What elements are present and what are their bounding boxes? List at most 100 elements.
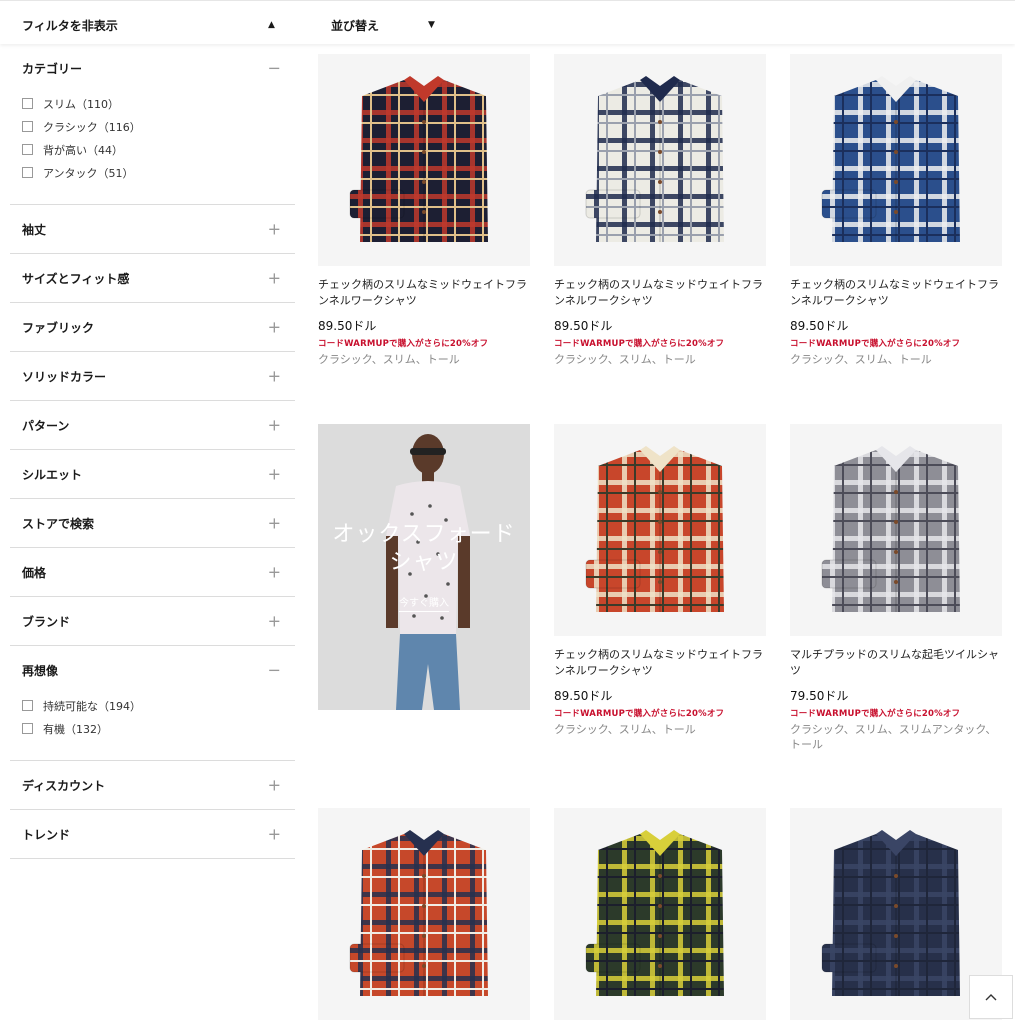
plus-icon[interactable]: +: [268, 612, 281, 631]
plus-icon[interactable]: +: [268, 416, 281, 435]
filter-section: サイズとフィット感 +: [10, 254, 295, 303]
caret-down-icon[interactable]: ▼: [428, 20, 435, 30]
caret-up-icon[interactable]: ▲: [268, 20, 275, 30]
plus-icon[interactable]: +: [268, 367, 281, 386]
filter-option[interactable]: クラシック（116）: [22, 115, 295, 138]
filter-section-header[interactable]: 再想像 −: [10, 646, 295, 694]
filter-section-header[interactable]: 価格 +: [10, 548, 295, 596]
plus-icon[interactable]: +: [268, 825, 281, 844]
product-image[interactable]: [790, 424, 1002, 636]
product-title[interactable]: マルチプラッドのスリムな起毛ツイルシャツ: [790, 647, 1002, 679]
checkbox[interactable]: [22, 167, 33, 178]
shirt-icon: [585, 446, 724, 612]
promo-code-text: コードWARMUPで購入がさらに20%オフ: [554, 339, 725, 349]
filter-section-header[interactable]: ファブリック +: [10, 303, 295, 351]
product-card[interactable]: マルチプラッドのスリムな起毛ツイルシャツ 79.50ドル コードWARMUPで購入が…: [790, 424, 1002, 752]
plus-icon[interactable]: +: [268, 563, 281, 582]
checkbox[interactable]: [22, 121, 33, 132]
filter-section-header[interactable]: カテゴリー −: [10, 44, 295, 92]
filter-option-label: スリム（110）: [43, 97, 119, 111]
checkbox[interactable]: [22, 144, 33, 155]
filter-section-header[interactable]: ソリッドカラー +: [10, 352, 295, 400]
filter-option-label: アンタック（51）: [43, 166, 134, 180]
plus-icon[interactable]: +: [268, 776, 281, 795]
plus-icon[interactable]: +: [268, 514, 281, 533]
product-image[interactable]: [790, 54, 1002, 266]
fit-options: クラシック、スリム、トール: [790, 353, 932, 366]
shirt-icon: [585, 830, 724, 996]
product-price: 79.50ドル: [790, 689, 849, 703]
filter-section-header[interactable]: 袖丈 +: [10, 205, 295, 253]
product-card[interactable]: チェック柄のスリムなミッドウェイトフランネルワークシャツ 89.50ドル コードWA…: [790, 54, 1002, 367]
filter-option[interactable]: スリム（110）: [22, 92, 295, 115]
fit-options: クラシック、スリム、トール: [318, 353, 460, 366]
checkbox[interactable]: [22, 723, 33, 734]
filter-section-header[interactable]: シルエット +: [10, 450, 295, 498]
filter-option-label: クラシック（116）: [43, 120, 141, 134]
filter-section-label: 袖丈: [22, 222, 47, 237]
filter-section: トレンド +: [10, 810, 295, 859]
filter-option[interactable]: 背が高い（44）: [22, 138, 295, 161]
scroll-to-top-button[interactable]: [969, 975, 1013, 1019]
plus-icon[interactable]: +: [268, 220, 281, 239]
product-image[interactable]: [554, 424, 766, 636]
filter-section-header[interactable]: パターン +: [10, 401, 295, 449]
filter-option[interactable]: アンタック（51）: [22, 161, 295, 184]
filter-section-label: ストアで検索: [22, 516, 95, 531]
minus-icon[interactable]: −: [268, 59, 281, 78]
minus-icon[interactable]: −: [268, 661, 281, 680]
filter-section-label: ファブリック: [22, 320, 95, 335]
product-price: 89.50ドル: [554, 319, 613, 333]
product-title[interactable]: チェック柄のスリムなミッドウェイトフランネルワークシャツ: [790, 277, 1002, 309]
shirt-icon: [821, 830, 960, 996]
product-card[interactable]: チェック柄のスリムなミッドウェイトフランネルワークシャツ 89.50ドル コードWA…: [318, 54, 530, 367]
product-card[interactable]: [554, 808, 766, 1020]
product-image[interactable]: [318, 808, 530, 1020]
plus-icon[interactable]: +: [268, 318, 281, 337]
product-price: 89.50ドル: [554, 689, 613, 703]
plus-icon[interactable]: +: [268, 465, 281, 484]
filter-section-header[interactable]: トレンド +: [10, 810, 295, 858]
filter-section-label: サイズとフィット感: [22, 271, 130, 286]
filter-option[interactable]: 持続可能な（194）: [22, 694, 295, 717]
checkbox[interactable]: [22, 700, 33, 711]
product-image[interactable]: [554, 54, 766, 266]
product-card[interactable]: [318, 808, 530, 1020]
filter-option-label: 背が高い（44）: [43, 143, 123, 157]
filter-section: パターン +: [10, 401, 295, 450]
product-card[interactable]: チェック柄のスリムなミッドウェイトフランネルワークシャツ 89.50ドルコードWA…: [554, 54, 766, 367]
shirt-icon: [821, 76, 960, 242]
product-title[interactable]: チェック柄のスリムなミッドウェイトフランネルワークシャツ: [318, 277, 530, 309]
filter-option[interactable]: 有機（132）: [22, 717, 295, 740]
filter-option-label: 持続可能な（194）: [43, 699, 141, 713]
filter-section-label: シルエット: [22, 467, 83, 482]
filter-section-label: ブランド: [22, 614, 71, 629]
promo-code-text: コードWARMUPで購入がさらに20%オフ: [790, 339, 961, 349]
filter-section-label: ソリッドカラー: [22, 369, 107, 384]
product-image[interactable]: [554, 808, 766, 1020]
filter-section-label: トレンド: [22, 827, 71, 842]
product-title[interactable]: チェック柄のスリムなミッドウェイトフランネルワークシャツ: [554, 647, 766, 679]
filter-section-label: 再想像: [22, 663, 59, 678]
filter-section-label: ディスカウント: [22, 778, 106, 793]
filter-section-header[interactable]: サイズとフィット感 +: [10, 254, 295, 302]
promo-tile[interactable]: オックスフォード シャツ 今すぐ購入: [318, 424, 530, 710]
product-title[interactable]: チェック柄のスリムなミッドウェイトフランネルワークシャツ: [554, 277, 766, 309]
promo-code-text: コードWARMUPで購入がさらに20%オフ: [318, 339, 489, 349]
filter-section-header[interactable]: ブランド +: [10, 597, 295, 645]
filter-section-header[interactable]: ディスカウント +: [10, 761, 295, 809]
product-card[interactable]: チェック柄のスリムなミッドウェイトフランネルワークシャツ 89.50ドルコードWA…: [554, 424, 766, 737]
filter-section: ソリッドカラー +: [10, 352, 295, 401]
filter-section: シルエット +: [10, 450, 295, 499]
filter-options: 持続可能な（194） 有機（132）: [10, 694, 295, 760]
sort-button[interactable]: 並び替え: [331, 17, 379, 34]
promo-code-text: コードWARMUPで購入がさらに20%オフ: [554, 709, 725, 719]
filter-section: 袖丈 +: [10, 205, 295, 254]
hide-filters-button[interactable]: フィルタを非表示: [22, 17, 118, 34]
plus-icon[interactable]: +: [268, 269, 281, 288]
product-image[interactable]: [318, 54, 530, 266]
shop-now-link[interactable]: 今すぐ購入: [318, 594, 530, 612]
filter-section-header[interactable]: ストアで検索 +: [10, 499, 295, 547]
filter-section: 価格 +: [10, 548, 295, 597]
checkbox[interactable]: [22, 98, 33, 109]
